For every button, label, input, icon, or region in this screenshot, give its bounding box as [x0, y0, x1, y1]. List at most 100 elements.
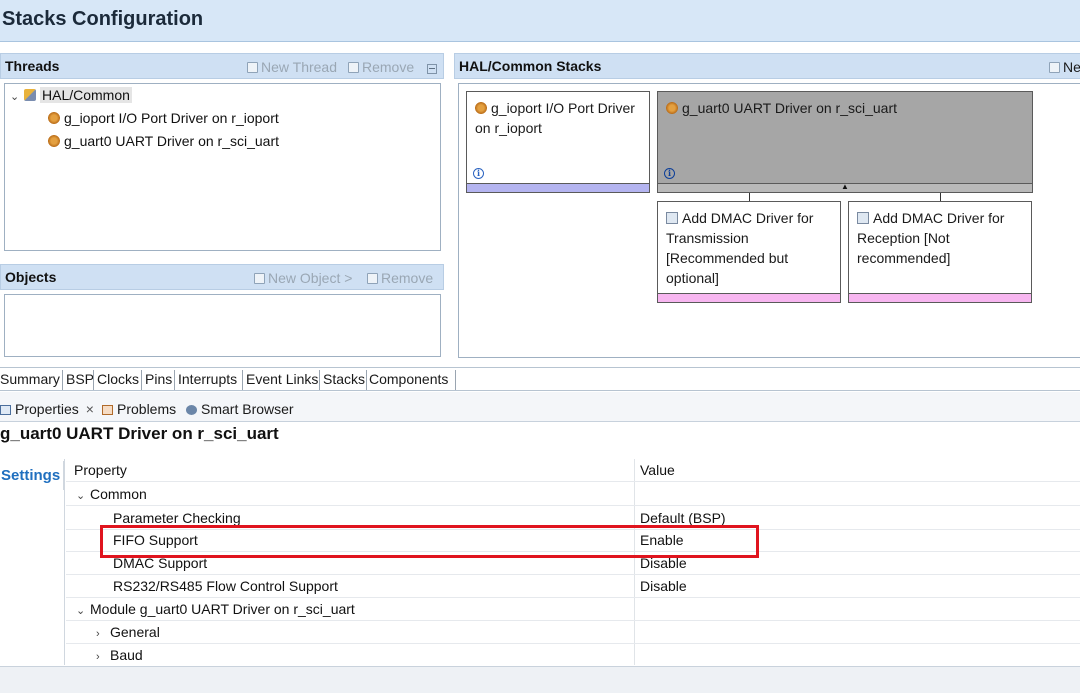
expand-arrow-icon[interactable]: ▲	[841, 182, 849, 191]
objects-header: Objects New Object > Remove	[0, 264, 444, 290]
uart-card-label: g_uart0 UART Driver on r_sci_uart	[682, 100, 898, 116]
new-thread-label: New Thread	[261, 59, 338, 75]
property-name: Module g_uart0 UART Driver on r_sci_uart	[90, 601, 355, 617]
properties-icon	[0, 405, 11, 415]
chevron-down-icon[interactable]: ⌄	[76, 489, 86, 502]
property-value[interactable]: Default (BSP)	[640, 510, 726, 526]
tab-properties[interactable]: Properties ×	[0, 401, 94, 417]
threads-title: Threads	[5, 58, 60, 74]
tree-item-ioport[interactable]: g_ioport I/O Port Driver on r_ioport	[48, 110, 279, 126]
problems-tab-label: Problems	[117, 401, 177, 417]
dmac-rx-line: Add DMAC Driver for	[873, 210, 1005, 226]
card-strip: ▲	[658, 182, 1032, 192]
dmac-tx-line: Add DMAC Driver for	[682, 210, 814, 226]
module-icon	[48, 112, 60, 124]
chevron-down-icon[interactable]: ⌄	[10, 90, 20, 103]
chevron-down-icon[interactable]: ⌄	[76, 604, 86, 617]
dmac-tx-line: Transmission	[666, 230, 749, 246]
editor-tabs: Summary BSP Clocks Pins Interrupts Event…	[0, 367, 1080, 391]
module-icon	[48, 135, 60, 147]
properties-tab-label: Properties	[15, 401, 79, 417]
column-header-value: Value	[640, 462, 675, 478]
stack-card-text: Add DMAC Driver for Transmission [Recomm…	[666, 208, 813, 288]
stack-card-dmac-tx[interactable]: Add DMAC Driver for Transmission [Recomm…	[657, 201, 841, 303]
threads-header: Threads New Thread Remove	[0, 53, 444, 79]
stack-card-dmac-rx[interactable]: Add DMAC Driver for Reception [Not recom…	[848, 201, 1032, 303]
new-object-icon	[254, 273, 265, 284]
stack-card-text: g_ioport I/O Port Driver on r_ioport	[475, 98, 635, 138]
hal-stacks-header: HAL/Common Stacks Ne	[454, 53, 1080, 79]
tab-summary[interactable]: Summary	[0, 371, 60, 387]
new-thread-icon	[247, 62, 258, 73]
remove-object-button[interactable]: Remove	[367, 270, 433, 286]
remove-thread-button[interactable]: Remove	[348, 59, 414, 75]
collapse-all-button[interactable]	[427, 61, 437, 77]
property-name: General	[110, 624, 160, 640]
smart-browser-icon	[186, 405, 197, 415]
tab-clocks[interactable]: Clocks	[97, 371, 139, 387]
tree-item-uart[interactable]: g_uart0 UART Driver on r_sci_uart	[48, 133, 279, 149]
tab-settings[interactable]: Settings	[0, 461, 64, 490]
tab-event-links[interactable]: Event Links	[246, 371, 318, 387]
close-icon[interactable]: ×	[86, 401, 94, 417]
window-title: Stacks Configuration	[2, 8, 204, 30]
settings-tab-label: Settings	[1, 467, 61, 484]
remove-thread-label: Remove	[362, 59, 415, 75]
bottom-strip	[0, 666, 1080, 693]
tab-separator	[319, 370, 320, 390]
stack-card-text: g_uart0 UART Driver on r_sci_uart	[666, 98, 897, 118]
stack-card-ioport[interactable]: g_ioport I/O Port Driver on r_ioport i	[466, 91, 650, 193]
tab-separator	[174, 370, 175, 390]
tab-separator	[455, 370, 456, 390]
remove-icon	[367, 273, 378, 284]
tab-bsp[interactable]: BSP	[66, 371, 94, 387]
new-stack-button[interactable]: Ne	[1049, 59, 1080, 75]
column-header-property: Property	[74, 462, 127, 478]
tree-item-label: g_uart0 UART Driver on r_sci_uart	[64, 133, 280, 149]
property-name: Common	[90, 486, 147, 502]
tab-smart-browser[interactable]: Smart Browser	[186, 401, 294, 417]
property-name: Parameter Checking	[113, 510, 241, 526]
hal-folder-icon	[24, 89, 36, 101]
tab-components[interactable]: Components	[369, 371, 448, 387]
new-object-button[interactable]: New Object >	[254, 270, 352, 286]
dmac-rx-line: recommended]	[857, 250, 951, 266]
title-bar: Stacks Configuration	[0, 0, 1080, 42]
card-strip	[658, 293, 840, 302]
hal-stacks-title: HAL/Common Stacks	[459, 58, 602, 74]
objects-title: Objects	[5, 269, 57, 285]
table-row[interactable]: ⌄ Module g_uart0 UART Driver on r_sci_uar…	[66, 598, 1080, 621]
table-row[interactable]: RS232/RS485 Flow Control Support Disable	[66, 575, 1080, 598]
tab-separator	[93, 370, 94, 390]
property-name: RS232/RS485 Flow Control Support	[113, 578, 338, 594]
collapse-icon	[427, 64, 437, 74]
table-row[interactable]: › General	[66, 621, 1080, 644]
card-strip	[849, 293, 1031, 302]
tab-pins[interactable]: Pins	[145, 371, 172, 387]
stack-card-uart[interactable]: g_uart0 UART Driver on r_sci_uart i ▲	[657, 91, 1033, 193]
table-row[interactable]: ⌄ Common	[66, 483, 1080, 506]
tab-stacks[interactable]: Stacks	[323, 371, 365, 387]
info-icon[interactable]: i	[664, 168, 675, 179]
info-icon[interactable]: i	[473, 168, 484, 179]
ioport-line2: on r_ioport	[475, 120, 542, 136]
tab-problems[interactable]: Problems	[102, 401, 176, 417]
tab-interrupts[interactable]: Interrupts	[178, 371, 237, 387]
table-row[interactable]: › Baud	[66, 644, 1080, 667]
remove-object-label: Remove	[381, 270, 434, 286]
tab-separator	[366, 370, 367, 390]
threads-tree	[4, 83, 441, 251]
new-thread-button[interactable]: New Thread	[247, 59, 337, 75]
objects-list	[4, 294, 441, 357]
tree-item-label: HAL/Common	[40, 87, 132, 103]
add-module-icon	[857, 212, 869, 224]
chevron-right-icon[interactable]: ›	[96, 651, 106, 663]
chevron-right-icon[interactable]: ›	[96, 628, 106, 640]
property-value[interactable]: Disable	[640, 578, 687, 594]
smart-browser-tab-label: Smart Browser	[201, 401, 294, 417]
tree-item-hal-common[interactable]: ⌄ HAL/Common	[10, 87, 132, 103]
new-stack-label: Ne	[1063, 59, 1080, 75]
view-tabs: Properties × Problems Smart Browser	[0, 392, 1080, 422]
tree-item-label: g_ioport I/O Port Driver on r_ioport	[64, 110, 279, 126]
card-strip	[467, 183, 649, 192]
